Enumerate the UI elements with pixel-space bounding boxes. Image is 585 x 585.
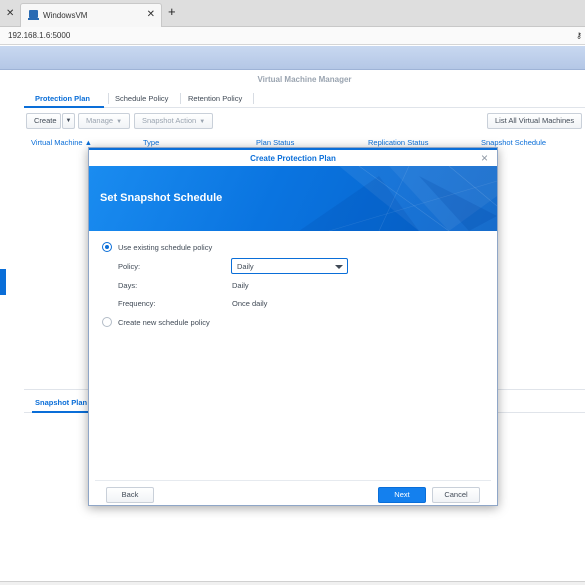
dialog-footer: Back Next Cancel xyxy=(95,480,491,506)
app-title: Virtual Machine Manager xyxy=(257,75,352,84)
create-button-label: Create xyxy=(34,116,57,125)
days-label: Days: xyxy=(118,281,138,290)
manage-button[interactable]: Manage ▼ xyxy=(78,113,131,129)
toolbar: Create ▼ Manage ▼ Snapshot Action ▼ List A… xyxy=(24,113,585,131)
browser-tab[interactable]: WindowsVM ✕ xyxy=(20,3,162,27)
url-text[interactable]: 192.168.1.6:5000 xyxy=(8,31,70,40)
column-virtual-machine[interactable]: Virtual Machine ▲ xyxy=(31,138,92,147)
close-icon[interactable]: × xyxy=(481,151,488,165)
chevron-down-icon: ▼ xyxy=(116,119,123,125)
column-plan-status[interactable]: Plan Status xyxy=(256,138,294,147)
chevron-down-icon xyxy=(335,265,343,269)
key-icon[interactable]: ⚷ xyxy=(576,31,582,40)
wizard-banner: Set Snapshot Schedule xyxy=(89,166,497,231)
active-tab-indicator xyxy=(32,411,92,413)
next-button[interactable]: Next xyxy=(378,487,426,503)
dsm-header xyxy=(0,46,585,70)
tab-divider xyxy=(180,93,181,104)
close-icon[interactable]: ✕ xyxy=(6,8,14,19)
tab-divider xyxy=(253,93,254,104)
create-button[interactable]: Create xyxy=(26,113,61,129)
monitor-icon xyxy=(28,10,39,20)
browser-tab-strip: ✕ WindowsVM ✕ + xyxy=(0,0,585,27)
list-all-vms-button[interactable]: List All Virtual Machines xyxy=(487,113,583,129)
policy-label: Policy: xyxy=(118,262,141,271)
use-existing-policy-label[interactable]: Use existing schedule policy xyxy=(118,243,212,252)
snapshot-action-label: Snapshot Action xyxy=(142,116,197,125)
list-all-vms-label: List All Virtual Machines xyxy=(495,116,575,125)
frequency-label: Frequency: xyxy=(118,299,156,308)
column-type[interactable]: Type xyxy=(143,138,159,147)
cancel-button[interactable]: Cancel xyxy=(432,487,480,503)
days-value: Daily xyxy=(232,281,249,290)
address-bar[interactable]: 192.168.1.6:5000 ⚷ xyxy=(0,27,585,45)
snapshot-action-button[interactable]: Snapshot Action ▼ xyxy=(134,113,214,129)
tab-retention-policy[interactable]: Retention Policy xyxy=(188,94,242,103)
dialog-title: Create Protection Plan xyxy=(250,154,336,163)
active-tab-indicator xyxy=(24,106,104,108)
manage-button-label: Manage xyxy=(86,116,114,125)
chevron-down-icon: ▼ xyxy=(199,119,206,125)
create-new-policy-radio[interactable] xyxy=(102,317,112,327)
create-protection-plan-dialog: Create Protection Plan × Set Snapshot Sc… xyxy=(88,147,498,506)
wizard-content: Use existing schedule policy Policy: Dai… xyxy=(89,231,497,471)
new-tab-button[interactable]: + xyxy=(168,5,176,18)
browser-tab-title: WindowsVM xyxy=(43,11,88,20)
main-tabs: Protection Plan Schedule Policy Retentio… xyxy=(24,88,585,108)
close-tab-icon[interactable]: ✕ xyxy=(147,9,155,20)
wizard-step-title: Set Snapshot Schedule xyxy=(100,192,223,204)
column-snapshot-schedule[interactable]: Snapshot Schedule xyxy=(481,138,546,147)
back-button[interactable]: Back xyxy=(106,487,154,503)
policy-select[interactable]: Daily xyxy=(231,258,348,274)
frequency-value: Once daily xyxy=(232,299,268,308)
create-dropdown-button[interactable]: ▼ xyxy=(62,113,75,129)
dialog-titlebar: Create Protection Plan × xyxy=(89,148,497,166)
column-replication-status[interactable]: Replication Status xyxy=(368,138,428,147)
create-new-policy-label[interactable]: Create new schedule policy xyxy=(118,318,210,327)
tab-snapshot-plan[interactable]: Snapshot Plan xyxy=(35,398,87,407)
tab-divider xyxy=(108,93,109,104)
tab-protection-plan[interactable]: Protection Plan xyxy=(35,94,90,103)
use-existing-policy-radio[interactable] xyxy=(102,242,112,252)
tab-schedule-policy[interactable]: Schedule Policy xyxy=(115,94,168,103)
side-panel-handle[interactable] xyxy=(0,269,6,295)
page-bottom-border xyxy=(0,581,585,585)
policy-select-value: Daily xyxy=(237,262,254,271)
